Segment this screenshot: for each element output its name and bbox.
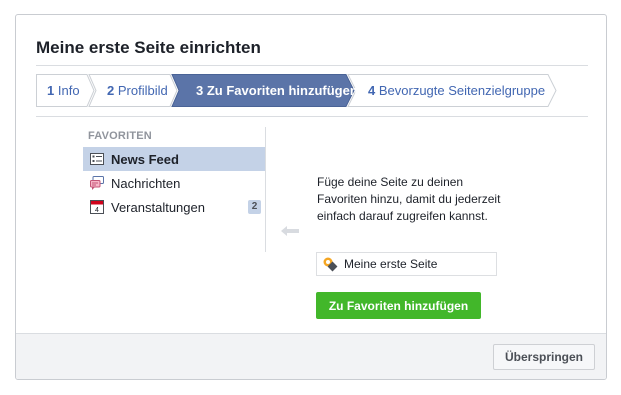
events-count-badge: 2 xyxy=(248,200,261,214)
favorites-header: FAVORITEN xyxy=(88,130,152,142)
step-1-info[interactable]: 1 Info xyxy=(47,74,80,107)
skip-button[interactable]: Überspringen xyxy=(493,344,595,370)
favorites-item-messages[interactable]: Nachrichten xyxy=(83,171,265,195)
favorites-item-news-feed[interactable]: News Feed xyxy=(83,147,265,171)
page-flag-icon xyxy=(322,256,338,272)
step-4-audience[interactable]: 4 Bevorzugte Seitenzielgruppe xyxy=(368,74,545,107)
favorites-preview: FAVORITEN News Feed Nachrichten 4 Verans… xyxy=(83,127,266,252)
add-to-favorites-button[interactable]: Zu Favoriten hinzufügen xyxy=(316,292,481,319)
step-2-profile-picture[interactable]: 2 Profilbild xyxy=(107,74,168,107)
news-feed-icon xyxy=(89,151,105,167)
step-3-add-favorites[interactable]: 3 Zu Favoriten hinzufügen xyxy=(196,74,358,107)
title-divider xyxy=(36,65,588,66)
setup-dialog: Meine erste Seite einrichten 1 Info 2 Pr… xyxy=(15,14,607,380)
svg-text:4: 4 xyxy=(95,207,99,214)
messages-icon xyxy=(89,175,105,191)
preview-divider xyxy=(265,127,266,252)
stepper-divider xyxy=(36,116,588,117)
calendar-icon: 4 xyxy=(89,199,105,215)
favorites-description: Füge deine Seite zu deinen Favoriten hin… xyxy=(317,175,501,223)
step-progress: 1 Info 2 Profilbild 3 Zu Favoriten hinzu… xyxy=(36,74,566,107)
dialog-footer: Überspringen xyxy=(16,333,606,379)
page-favorite-chip: Meine erste Seite xyxy=(316,252,497,276)
favorites-item-events[interactable]: 4 Veranstaltungen 2 xyxy=(83,195,265,219)
arrow-left-icon xyxy=(281,223,299,241)
dialog-title: Meine erste Seite einrichten xyxy=(36,38,261,57)
